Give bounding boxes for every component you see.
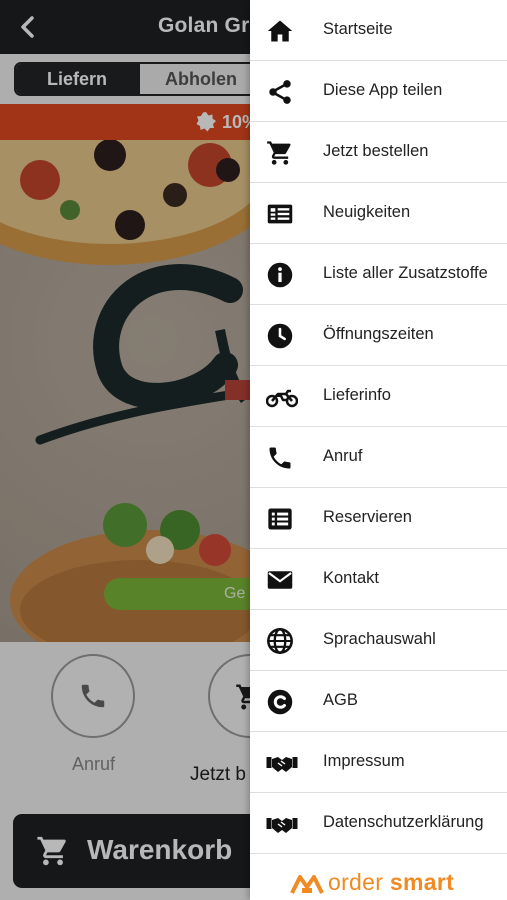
brand-footer: order smart	[250, 857, 507, 900]
menu-label: Jetzt bestellen	[323, 142, 429, 160]
menu-item-terms[interactable]: AGB	[250, 671, 507, 732]
brand-name: order smart	[328, 869, 454, 896]
menu-label: Kontakt	[323, 569, 379, 587]
menu-label: AGB	[323, 691, 358, 709]
menu-item-startseite[interactable]: Startseite	[250, 0, 507, 61]
menu-item-privacy[interactable]: Datenschutzerklärung	[250, 793, 507, 854]
info-icon	[267, 262, 293, 288]
brand-name-part2: smart	[389, 869, 455, 895]
menu-item-contact[interactable]: Kontakt	[250, 549, 507, 610]
menu-label: Sprachauswahl	[323, 630, 436, 648]
cart-icon	[267, 141, 291, 165]
menu-label: Öffnungszeiten	[323, 325, 434, 343]
ordersmart-logo-icon	[290, 875, 324, 894]
menu-label: Lieferinfo	[323, 386, 391, 404]
menu-label: Liste aller Zusatzstoffe	[323, 264, 488, 282]
menu-item-delivery-info[interactable]: Lieferinfo	[250, 366, 507, 427]
menu-item-share[interactable]: Diese App teilen	[250, 61, 507, 122]
phone-icon	[269, 447, 291, 469]
menu-label: Impressum	[323, 752, 405, 770]
handshake-icon	[266, 757, 298, 772]
menu-item-opening-hours[interactable]: Öffnungszeiten	[250, 305, 507, 366]
menu-item-call[interactable]: Anruf	[250, 427, 507, 488]
menu-item-news[interactable]: Neuigkeiten	[250, 183, 507, 244]
news-icon	[267, 204, 293, 224]
menu-label: Neuigkeiten	[323, 203, 411, 221]
menu-item-reserve[interactable]: Reservieren	[250, 488, 507, 549]
menu-label: Diese App teilen	[323, 81, 443, 99]
menu-label: Reservieren	[323, 508, 412, 526]
side-menu: Startseite Diese App teilen Jetzt bestel…	[250, 0, 507, 900]
menu-item-order-now[interactable]: Jetzt bestellen	[250, 122, 507, 183]
menu-item-imprint[interactable]: Impressum	[250, 732, 507, 793]
globe-icon	[267, 628, 293, 654]
menu-item-language[interactable]: Sprachauswahl	[250, 610, 507, 671]
home-icon	[267, 20, 293, 42]
motorcycle-icon	[266, 389, 298, 408]
share-icon	[269, 80, 291, 104]
menu-label: Anruf	[323, 447, 363, 465]
envelope-icon	[267, 571, 293, 589]
clock-icon	[267, 323, 293, 349]
menu-item-additives[interactable]: Liste aller Zusatzstoffe	[250, 244, 507, 305]
handshake-icon	[266, 818, 298, 833]
copyright-icon	[267, 689, 293, 715]
menu-label: Datenschutzerklärung	[323, 813, 484, 831]
menu-label: Startseite	[323, 20, 393, 38]
list-icon	[268, 508, 292, 530]
brand-name-part1: order	[328, 869, 384, 895]
